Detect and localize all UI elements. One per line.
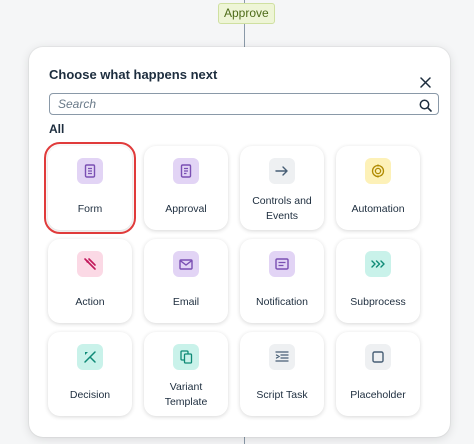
approve-step-chip[interactable]: Approve [218,3,275,24]
tile-decision[interactable]: Decision [48,332,132,416]
close-button[interactable] [416,73,434,91]
tile-label: Subprocess [350,295,406,308]
arrow-right-icon [269,158,295,184]
script-icon [269,344,295,370]
action-icon [77,251,103,277]
dialog-title: Choose what happens next [49,67,218,82]
placeholder-icon [365,344,391,370]
tile-label: Action [75,295,105,308]
search-button[interactable] [417,97,433,113]
email-icon [173,251,199,277]
tile-form[interactable]: Form [44,142,136,234]
next-step-dialog: Choose what happens next All Form Approva… [29,47,450,437]
tile-label: Approval [165,202,207,215]
tile-variant-template[interactable]: Variant Template [144,332,228,416]
decision-icon [77,344,103,370]
tile-label: Notification [256,295,308,308]
tile-label: Email [172,295,200,308]
search-icon [419,99,432,112]
search-field [49,93,439,115]
tile-controls-and-events[interactable]: Controls and Events [240,146,324,230]
tile-automation[interactable]: Automation [336,146,420,230]
search-input[interactable] [50,94,438,114]
step-type-grid: Form Approval Controls and Events Automatio… [44,142,420,416]
tile-placeholder[interactable]: Placeholder [336,332,420,416]
tile-label: Controls and Events [252,195,312,222]
notification-icon [269,251,295,277]
close-icon [419,76,431,88]
tile-label: Decision [69,388,111,401]
tile-label: Form [77,202,103,215]
tile-email[interactable]: Email [144,239,228,323]
tile-subprocess[interactable]: Subprocess [336,239,420,323]
form-icon [77,158,103,184]
tile-label: Script Task [256,388,308,401]
section-label: All [49,122,65,136]
subprocess-icon [365,251,391,277]
approval-icon [173,158,199,184]
variant-icon [173,344,199,370]
tile-notification[interactable]: Notification [240,239,324,323]
tile-label: Variant Template [164,381,208,408]
automation-icon [365,158,391,184]
tile-action[interactable]: Action [48,239,132,323]
tile-script-task[interactable]: Script Task [240,332,324,416]
tile-approval[interactable]: Approval [144,146,228,230]
tile-label: Placeholder [350,388,406,401]
tile-label: Automation [351,202,405,215]
